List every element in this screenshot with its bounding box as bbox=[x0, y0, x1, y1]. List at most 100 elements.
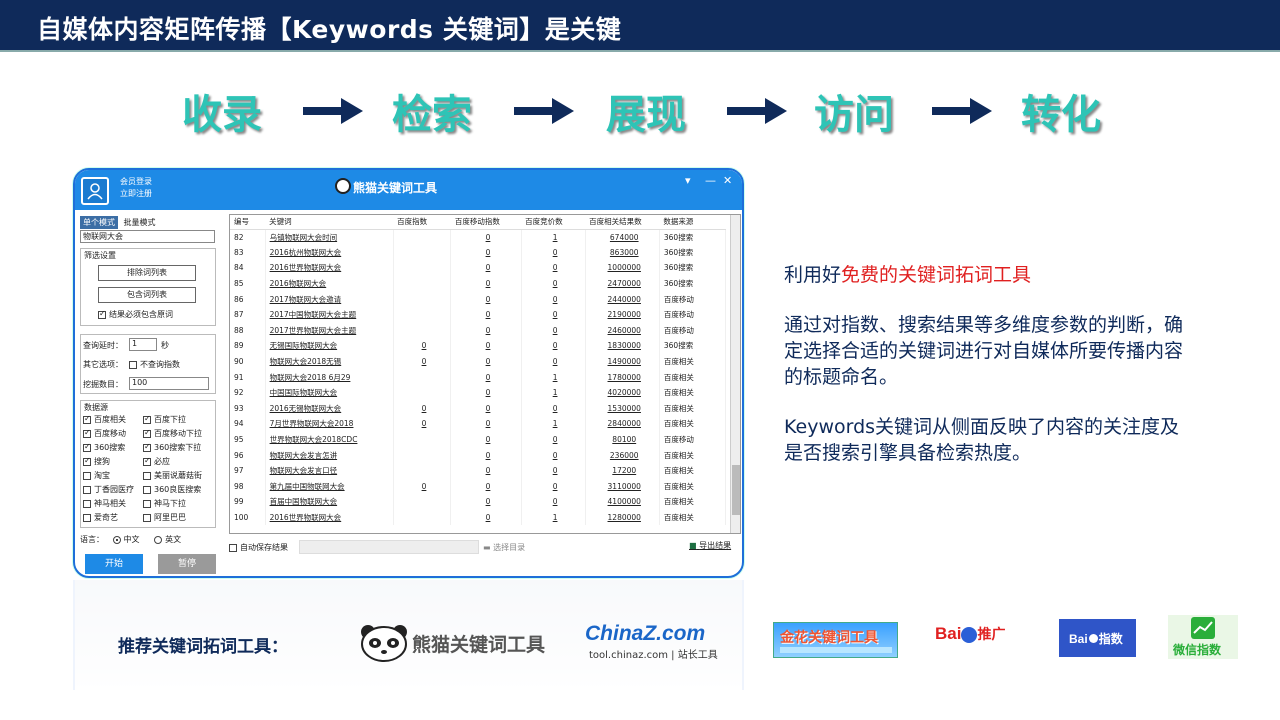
table-row[interactable]: 96 物联网大会发言怎讲 0 0 236000 百度相关 bbox=[230, 447, 727, 463]
checkbox[interactable] bbox=[98, 309, 106, 319]
save-path-input[interactable] bbox=[299, 540, 479, 554]
column-header[interactable]: 百度指数 bbox=[393, 215, 451, 230]
table-cell[interactable]: 物联网大会发言口径 bbox=[265, 462, 394, 479]
data-source-option[interactable]: 360良医搜索 bbox=[143, 484, 201, 495]
data-source-option[interactable]: 百度移动 bbox=[83, 428, 126, 439]
table-cell[interactable]: 2017世界物联网大会主题 bbox=[265, 322, 394, 339]
table-cell[interactable]: 2016杭州物联网大会 bbox=[265, 244, 394, 261]
include-list-button[interactable]: 包含词列表 bbox=[98, 287, 196, 303]
must-include-option[interactable]: 结果必须包含原词 bbox=[98, 309, 173, 320]
table-row[interactable]: 86 2017物联网大会邀请 0 0 2440000 百度移动 bbox=[230, 291, 727, 307]
table-cell[interactable]: 第九届中国物联网大会 bbox=[265, 478, 394, 495]
table-row[interactable]: 100 2016世界物联网大会 0 1 1280000 百度相关 bbox=[230, 509, 727, 526]
exclude-list-button[interactable]: 排除词列表 bbox=[98, 265, 196, 281]
scrollbar[interactable] bbox=[730, 215, 740, 533]
tab-batch-mode[interactable]: 批量模式 bbox=[121, 216, 159, 229]
table-cell[interactable]: 乌镇物联网大会时间 bbox=[265, 229, 394, 245]
checkbox[interactable] bbox=[143, 485, 151, 494]
export-button[interactable]: ■ 导出结果 bbox=[689, 540, 731, 551]
jinhua-logo[interactable]: 金花关键词工具 bbox=[773, 622, 898, 658]
table-cell[interactable]: 中国国际物联网大会 bbox=[265, 384, 394, 401]
table-row[interactable]: 92 中国国际物联网大会 0 1 4020000 百度相关 bbox=[230, 384, 727, 401]
data-source-option[interactable]: 搜狗 bbox=[83, 456, 110, 467]
checkbox[interactable] bbox=[83, 499, 91, 508]
data-source-option[interactable]: 淘宝 bbox=[83, 470, 110, 481]
checkbox[interactable] bbox=[83, 456, 91, 466]
data-source-option[interactable]: 阿里巴巴 bbox=[143, 512, 186, 523]
tab-single-mode[interactable]: 单个模式 bbox=[80, 216, 118, 229]
data-source-option[interactable]: 360搜索下拉 bbox=[143, 442, 201, 453]
table-row[interactable]: 99 首届中国物联网大会 0 0 4100000 百度相关 bbox=[230, 494, 727, 510]
checkbox[interactable] bbox=[143, 499, 151, 508]
table-row[interactable]: 93 2016无锡物联网大会 0 0 0 1530000 百度相关 bbox=[230, 400, 727, 417]
table-row[interactable]: 94 7月世界物联网大会2018 0 0 1 2840000 百度相关 bbox=[230, 416, 727, 432]
column-header[interactable]: 百度相关结果数 bbox=[585, 215, 660, 230]
column-header[interactable]: 百度竞价数 bbox=[521, 215, 586, 230]
table-cell[interactable]: 2016世界物联网大会 bbox=[265, 260, 394, 276]
checkbox[interactable] bbox=[83, 471, 91, 480]
column-header[interactable]: 数据来源 bbox=[659, 215, 726, 230]
dig-count-input[interactable]: 100 bbox=[129, 377, 209, 390]
data-source-option[interactable]: 百度相关 bbox=[83, 414, 126, 425]
baidu-promotion-logo[interactable]: Bai 推广 bbox=[935, 624, 1021, 654]
close-icon[interactable]: ✕ bbox=[723, 174, 732, 187]
login-link[interactable]: 会员登录 bbox=[120, 176, 152, 188]
table-cell[interactable]: 2016无锡物联网大会 bbox=[265, 400, 394, 417]
wechat-index-logo[interactable]: 微信指数 bbox=[1168, 615, 1238, 659]
table-cell[interactable]: 无锡国际物联网大会 bbox=[265, 338, 394, 354]
table-row[interactable]: 82 乌镇物联网大会时间 0 1 674000 360搜索 bbox=[230, 229, 727, 245]
user-avatar-icon[interactable] bbox=[81, 177, 109, 205]
table-cell[interactable]: 2017物联网大会邀请 bbox=[265, 291, 394, 307]
data-source-option[interactable]: 百度下拉 bbox=[143, 414, 186, 425]
scroll-thumb[interactable] bbox=[732, 465, 740, 515]
table-row[interactable]: 91 物联网大会2018 6月29 0 1 1780000 百度相关 bbox=[230, 369, 727, 385]
checkbox[interactable] bbox=[83, 414, 91, 424]
checkbox[interactable] bbox=[143, 428, 151, 438]
checkbox[interactable] bbox=[83, 513, 91, 522]
register-link[interactable]: 立即注册 bbox=[120, 188, 152, 200]
lang-cn-option[interactable]: 中文 bbox=[112, 535, 140, 544]
table-row[interactable]: 83 2016杭州物联网大会 0 0 863000 360搜索 bbox=[230, 244, 727, 261]
baidu-index-logo[interactable]: Bai 指数 bbox=[1059, 619, 1136, 657]
table-row[interactable]: 95 世界物联网大会2018CDC 0 0 80100 百度移动 bbox=[230, 431, 727, 448]
column-header[interactable]: 百度移动指数 bbox=[450, 215, 522, 230]
checkbox[interactable] bbox=[229, 543, 237, 552]
column-header[interactable]: 编号 bbox=[230, 215, 266, 230]
table-cell[interactable]: 2016世界物联网大会 bbox=[265, 509, 394, 526]
data-source-option[interactable]: 神马相关 bbox=[83, 498, 126, 509]
table-row[interactable]: 90 物联网大会2018无锡 0 0 0 1490000 百度相关 bbox=[230, 353, 727, 370]
checkbox[interactable] bbox=[83, 485, 91, 494]
table-row[interactable]: 97 物联网大会发言口径 0 0 17200 百度相关 bbox=[230, 462, 727, 479]
table-row[interactable]: 98 第九届中国物联网大会 0 0 0 3110000 百度相关 bbox=[230, 478, 727, 495]
checkbox[interactable] bbox=[143, 456, 151, 466]
keyword-input[interactable]: 物联网大会 bbox=[80, 230, 215, 243]
panda-tool-logo[interactable]: 熊猫关键词工具 bbox=[358, 624, 554, 662]
radio[interactable] bbox=[154, 535, 163, 544]
table-row[interactable]: 88 2017世界物联网大会主题 0 0 2460000 百度移动 bbox=[230, 322, 727, 339]
checkbox[interactable] bbox=[143, 442, 151, 452]
data-source-option[interactable]: 神马下拉 bbox=[143, 498, 186, 509]
table-cell[interactable]: 2016物联网大会 bbox=[265, 275, 394, 292]
table-cell[interactable]: 物联网大会发言怎讲 bbox=[265, 447, 394, 463]
column-header[interactable]: 关键词 bbox=[265, 215, 394, 230]
checkbox[interactable] bbox=[143, 471, 151, 480]
radio[interactable] bbox=[112, 535, 121, 544]
table-row[interactable]: 87 2017中国物联网大会主题 0 0 2190000 百度移动 bbox=[230, 306, 727, 323]
table-cell[interactable]: 物联网大会2018 6月29 bbox=[265, 369, 394, 385]
auto-save-option[interactable]: 自动保存结果 bbox=[229, 542, 288, 553]
table-cell[interactable]: 2017中国物联网大会主题 bbox=[265, 306, 394, 323]
choose-dir-button[interactable]: ▬ 选择目录 bbox=[483, 542, 525, 553]
table-cell[interactable]: 7月世界物联网大会2018 bbox=[265, 416, 394, 432]
checkbox[interactable] bbox=[143, 513, 151, 522]
checkbox[interactable] bbox=[83, 442, 91, 452]
table-row[interactable]: 89 无锡国际物联网大会 0 0 0 1830000 360搜索 bbox=[230, 338, 727, 354]
chinaz-logo[interactable]: ChinaZ.com tool.chinaz.com | 站长工具 bbox=[585, 622, 731, 664]
data-source-option[interactable]: 百度移动下拉 bbox=[143, 428, 202, 439]
data-source-option[interactable]: 360搜索 bbox=[83, 442, 125, 453]
minimize-icon[interactable]: — bbox=[705, 174, 716, 187]
checkbox[interactable] bbox=[143, 414, 151, 424]
checkbox[interactable] bbox=[83, 428, 91, 438]
table-row[interactable]: 85 2016物联网大会 0 0 2470000 360搜索 bbox=[230, 275, 727, 292]
pause-button[interactable]: 暂停 bbox=[158, 554, 216, 574]
table-cell[interactable]: 首届中国物联网大会 bbox=[265, 494, 394, 510]
